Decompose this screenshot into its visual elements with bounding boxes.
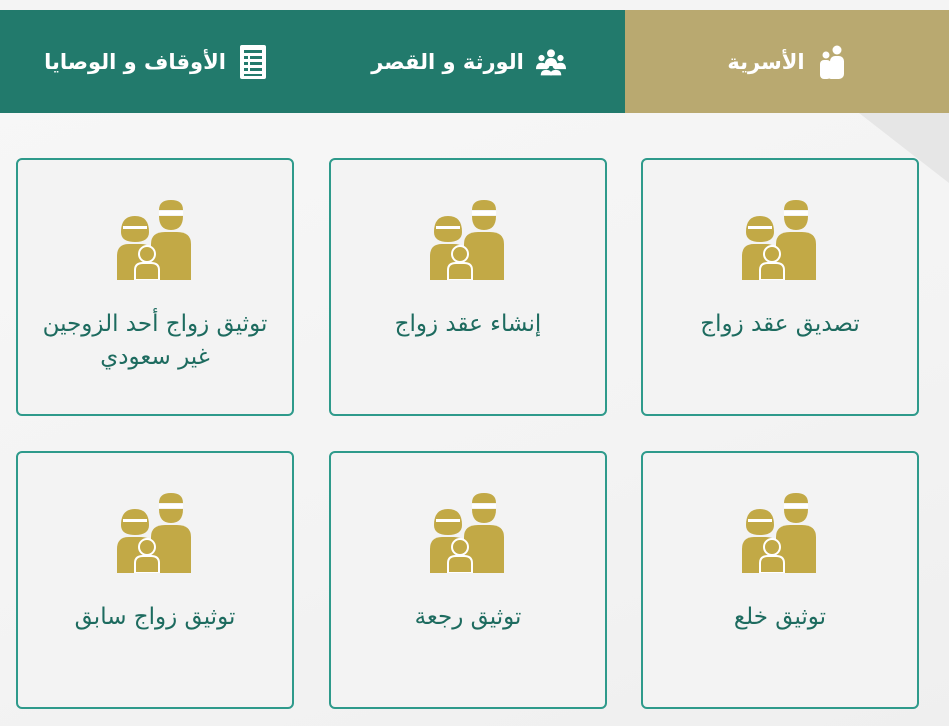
card-inshaa-aqd-zawaj[interactable]: إنشاء عقد زواج: [329, 158, 607, 416]
card-tawtheeq-zawaj-ghair-saudi[interactable]: توثيق زواج أحد الزوجين غير سعودي: [16, 158, 294, 416]
family-icon: [738, 200, 822, 281]
card-label: توثيق زواج سابق: [74, 604, 236, 630]
tab-label: الأوقاف و الوصايا: [44, 49, 226, 74]
tab-awqaf-wasaya[interactable]: الأوقاف و الوصايا: [0, 10, 312, 113]
card-label: إنشاء عقد زواج: [394, 311, 542, 337]
family-icon: [113, 200, 197, 281]
card-label: توثيق خلع: [733, 604, 827, 630]
tab-family[interactable]: الأسرية: [625, 10, 949, 113]
family-icon: [113, 493, 197, 574]
tab-label: الأسرية: [727, 49, 805, 74]
card-tawtheeq-khula[interactable]: توثيق خلع: [641, 451, 919, 709]
card-label: توثيق زواج أحد الزوجين غير سعودي: [42, 311, 268, 370]
family-members-icon: [817, 45, 847, 79]
card-tawtheeq-zawaj-sabiq[interactable]: توثيق زواج سابق: [16, 451, 294, 709]
family-icon: [426, 493, 510, 574]
family-icon: [426, 200, 510, 281]
card-tawtheeq-rajaa[interactable]: توثيق رجعة: [329, 451, 607, 709]
group-people-icon: [535, 45, 566, 79]
family-icon: [738, 493, 822, 574]
card-label: توثيق رجعة: [414, 604, 522, 630]
category-tabs: الأوقاف و الوصايا الورثة و القصر الأسرية: [0, 10, 949, 113]
card-label: تصديق عقد زواج: [700, 311, 860, 337]
tab-warathah-qussar[interactable]: الورثة و القصر: [312, 10, 625, 113]
document-list-icon: [238, 44, 268, 79]
card-tasdeeq-aqd-zawaj[interactable]: تصديق عقد زواج: [641, 158, 919, 416]
tab-label: الورثة و القصر: [371, 49, 524, 74]
